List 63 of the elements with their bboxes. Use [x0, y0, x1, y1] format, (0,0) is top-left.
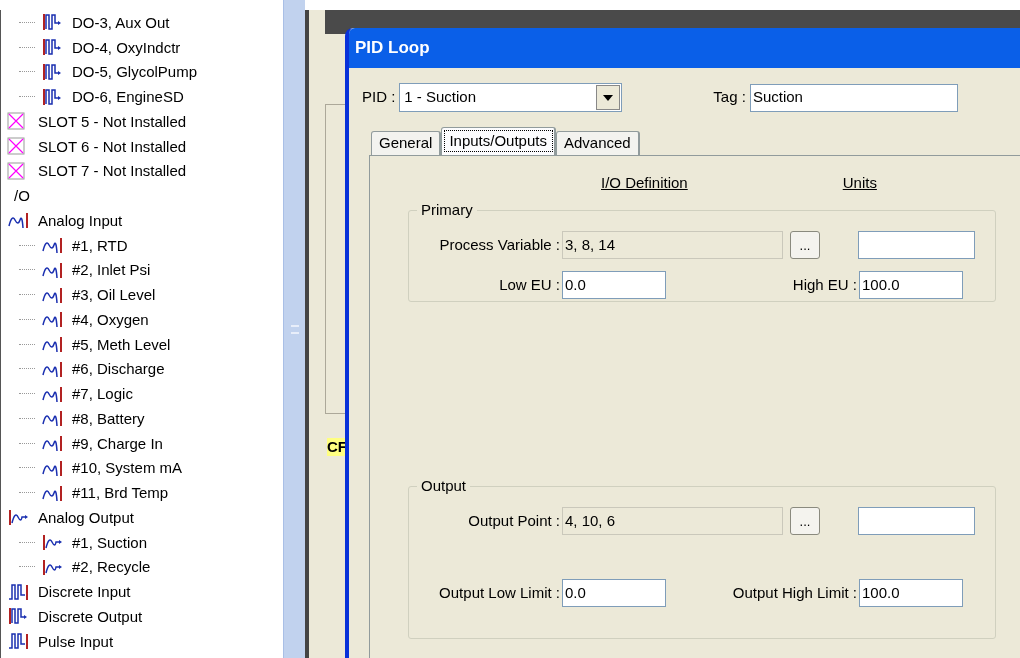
tree-item-label[interactable]: Pulse Input — [38, 633, 114, 649]
tree-item-label[interactable]: #3, Oil Level — [72, 287, 156, 303]
tree-item-label[interactable]: #6, Discharge — [72, 361, 165, 377]
field-label: PID : — [362, 87, 396, 108]
field-label: Low EU : — [498, 274, 561, 295]
wave-icon — [41, 334, 65, 355]
column-header: I/O Definition — [601, 173, 688, 193]
tree-item-label[interactable]: #5, Meth Level — [72, 336, 171, 352]
tag-field[interactable]: Suction — [749, 83, 958, 112]
tree-item-label[interactable]: DO-4, OxyIndctr — [72, 39, 181, 55]
digital-signal-icon — [7, 581, 31, 602]
browse-button[interactable]: ... — [790, 231, 820, 259]
tab[interactable]: General — [371, 131, 442, 155]
high-value-field[interactable]: 100.0 — [859, 271, 963, 299]
tree-item-label[interactable]: Analog Output — [38, 509, 134, 525]
pid-dropdown[interactable]: 1 - Suction — [399, 83, 623, 112]
tree-item-label[interactable]: Discrete Output — [38, 608, 143, 624]
tree-item-label[interactable]: #1, RTD — [72, 237, 128, 253]
tab[interactable]: Advanced — [555, 131, 640, 155]
grip-icon — [290, 324, 299, 334]
column-header: Units — [842, 173, 877, 193]
wave-icon — [41, 309, 65, 330]
digital-signal-icon — [7, 631, 31, 652]
units-field[interactable] — [858, 507, 975, 535]
tree-item-label[interactable]: #9, Charge In — [72, 435, 163, 451]
tree-item-label[interactable]: SLOT 6 - Not Installed — [38, 138, 187, 154]
tree-item-label[interactable]: SLOT 7 - Not Installed — [38, 163, 187, 179]
high-value-field[interactable]: 100.0 — [859, 579, 963, 607]
field-label: Output Low Limit : — [438, 582, 561, 603]
tree-item-label[interactable]: #2, Inlet Psi — [72, 262, 151, 278]
low-value-field[interactable]: 0.0 — [562, 579, 666, 607]
field-label: High EU : — [791, 274, 858, 295]
group-title: Primary — [417, 201, 477, 219]
io-point-field[interactable]: 4, 10, 6 — [562, 507, 783, 535]
tree-item-label[interactable]: #7, Logic — [72, 386, 133, 402]
dialog-title: PID Loop — [355, 37, 430, 60]
tree-item-label[interactable]: #4, Oxygen — [72, 311, 149, 327]
field-label: Tag : — [713, 87, 746, 108]
field-label: Output Point : — [467, 510, 561, 531]
browse-button[interactable]: ... — [790, 507, 820, 535]
wave-icon — [41, 433, 65, 454]
tree-item-label[interactable]: #1, Suction — [72, 534, 148, 550]
tree-item-label[interactable]: #8, Battery — [72, 410, 145, 426]
tree-item-label[interactable]: DO-3, Aux Out — [72, 14, 170, 30]
tree-item-label[interactable]: DO-5, GlycolPump — [72, 64, 198, 80]
tree-item-label[interactable]: #2, Recycle — [72, 559, 151, 575]
background-label: CF — [327, 438, 347, 456]
field-label: Output High Limit : — [731, 582, 858, 603]
tree-item-label[interactable]: SLOT 5 - Not Installed — [38, 113, 187, 129]
wave-icon — [7, 210, 31, 231]
tab[interactable]: Inputs/Outputs — [441, 127, 556, 155]
tree-item-label[interactable]: #11, Brd Temp — [72, 485, 169, 501]
tree-item-label[interactable]: Discrete Input — [38, 584, 131, 600]
tree-item-label[interactable]: DO-6, EngineSD — [72, 89, 184, 105]
field-label: Process Variable : — [438, 234, 561, 255]
io-point-field[interactable]: 3, 8, 14 — [562, 231, 783, 259]
low-value-field[interactable]: 0.0 — [562, 271, 666, 299]
tree-item-label[interactable]: /O — [14, 188, 30, 204]
units-field[interactable] — [858, 231, 975, 259]
tree-item-label[interactable]: #10, System mA — [72, 460, 183, 476]
wave-icon — [41, 408, 65, 429]
tree-item-label[interactable]: Analog Input — [38, 212, 123, 228]
wave-icon — [41, 235, 65, 256]
